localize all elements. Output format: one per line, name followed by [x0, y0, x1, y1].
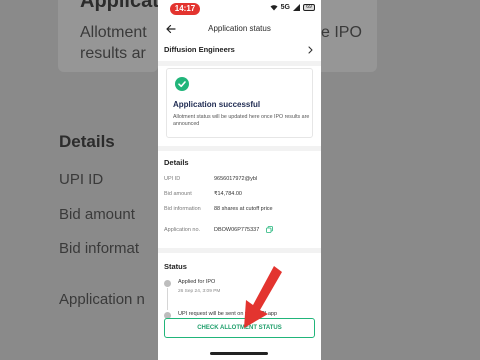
background-details: Details [59, 132, 115, 151]
check-circle-icon [175, 77, 189, 91]
detail-row-application-no: Application no. DBOW06P775337 [164, 226, 315, 237]
success-card: Application successful Allotment status … [166, 68, 313, 138]
detail-label: Bid information [164, 206, 201, 212]
red-arrow-icon [244, 266, 282, 328]
detail-label: Bid amount [164, 191, 192, 197]
background-application-label: Application n [59, 291, 145, 308]
background-title: Applicatio [80, 0, 158, 12]
background-right-subtitle: e IPO [321, 24, 362, 41]
wifi-icon [270, 5, 278, 11]
success-title: Application successful [173, 100, 261, 109]
detail-value: 88 shares at cutoff price [214, 206, 273, 212]
status-time: 14:17 [170, 3, 200, 15]
company-name: Diffusion Engineers [164, 45, 235, 54]
background-subtitle-1: Allotment [80, 24, 147, 41]
section-divider [158, 146, 321, 151]
step-dot-icon [164, 280, 171, 287]
success-description: Allotment status will be updated here on… [173, 114, 310, 127]
battery-icon: 69 [303, 4, 315, 11]
status-heading: Status [164, 262, 187, 271]
detail-value: 9656017972@ybl [214, 176, 258, 182]
network-label: 5G [280, 4, 290, 11]
status-bar: 14:17 5G 69 [158, 0, 321, 20]
background-bid-amount-label: Bid amount [59, 206, 135, 223]
status-icons: 5G 69 [270, 4, 315, 11]
section-divider [158, 248, 321, 253]
home-indicator [210, 352, 268, 355]
page-title: Application status [208, 24, 271, 33]
detail-row-bid-info: Bid information 88 shares at cutoff pric… [164, 206, 315, 216]
copy-icon[interactable] [266, 226, 273, 233]
detail-label: Application no. [164, 227, 201, 233]
step-title: Applied for IPO [178, 279, 216, 285]
chevron-right-icon [308, 46, 313, 54]
details-heading: Details [164, 158, 189, 167]
detail-row-upi: UPI ID 9656017972@ybl [164, 176, 315, 186]
section-divider [158, 61, 321, 66]
app-bar: Application status [158, 20, 321, 40]
detail-label: UPI ID [164, 176, 181, 182]
background-upi-label: UPI ID [59, 171, 104, 188]
detail-row-bid-amount: Bid amount ₹14,784.00 [164, 191, 315, 201]
detail-value: ₹14,784.00 [214, 191, 242, 197]
background-subtitle-2: results ar [80, 45, 146, 62]
background-bid-info-label: Bid informat [59, 240, 140, 257]
background-right-panel: e IPO [321, 0, 480, 360]
background-left-panel: Applicatio Allotment results ar Details … [0, 0, 158, 360]
detail-value: DBOW06P775337 [214, 227, 260, 233]
step-connector [167, 288, 168, 310]
signal-icon [293, 4, 300, 11]
company-row[interactable]: Diffusion Engineers [164, 42, 315, 58]
step-subtitle: 26 Sep 24, 3:09 PM [178, 289, 221, 294]
